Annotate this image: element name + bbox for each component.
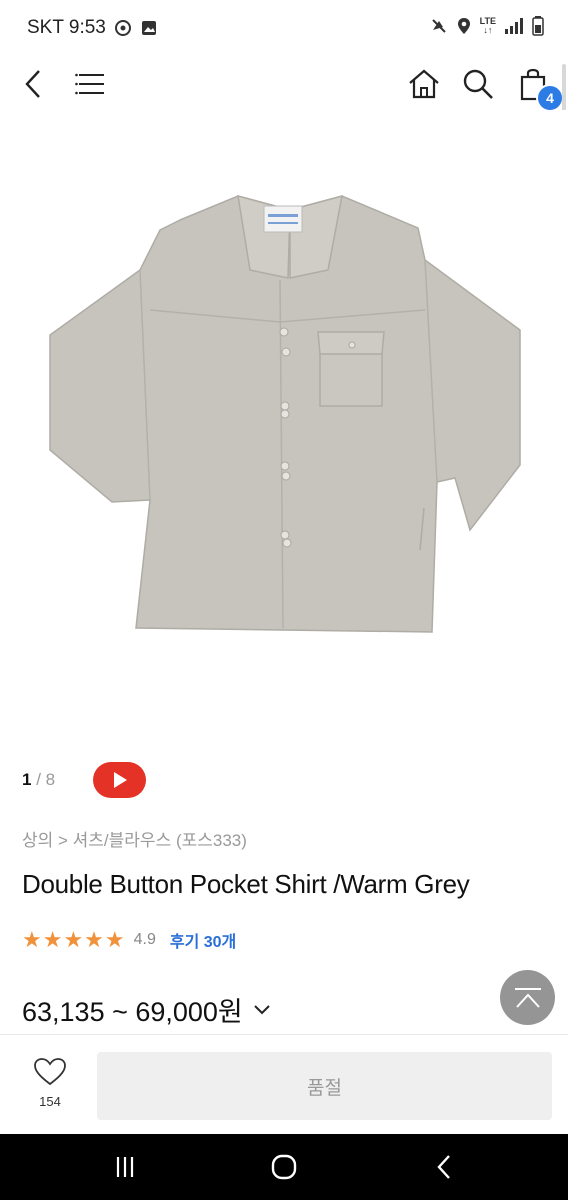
heart-icon <box>34 1058 66 1086</box>
review-link[interactable]: 후기 30개 <box>170 928 236 952</box>
system-back-icon <box>437 1155 450 1179</box>
soldout-button[interactable]: 품절 <box>97 1052 552 1120</box>
play-icon <box>113 772 127 788</box>
status-left: SKT 9:53 <box>27 17 158 39</box>
location-icon <box>457 18 470 34</box>
mute-icon <box>431 19 446 33</box>
rating-row: ★★★★★ 4.9 후기 30개 <box>22 927 236 953</box>
carrier-time: SKT 9:53 <box>27 17 106 38</box>
system-back-button[interactable] <box>424 1152 464 1182</box>
system-nav-bar <box>0 1134 568 1200</box>
product-image[interactable] <box>0 110 568 740</box>
product-title: Double Button Pocket Shirt /Warm Grey <box>22 869 470 899</box>
home-circle-icon <box>271 1154 297 1180</box>
top-nav: 4 <box>0 56 568 112</box>
image-icon <box>141 21 156 35</box>
back-arrow-icon <box>25 70 40 98</box>
home-system-button[interactable] <box>264 1152 304 1182</box>
pager-current: 1 <box>22 770 32 789</box>
signal-icon <box>505 18 523 34</box>
breadcrumb[interactable]: 상의 > 셔츠/블라우스 (포스333) <box>22 826 247 851</box>
search-icon <box>463 69 493 99</box>
price-row[interactable]: 63,135 ~ 69,000원 <box>22 990 271 1029</box>
recent-apps-button[interactable] <box>105 1152 145 1182</box>
arrow-up-icon <box>514 987 541 1008</box>
home-icon <box>409 69 439 99</box>
shirt-image <box>49 194 521 633</box>
youtube-button[interactable] <box>93 762 146 798</box>
hamburger-icon <box>75 73 104 95</box>
status-right: LTE ↓↑ <box>430 16 544 36</box>
like-button[interactable]: 154 <box>22 1057 78 1109</box>
star-rating-icon: ★★★★★ <box>22 927 126 952</box>
home-button[interactable] <box>404 64 444 104</box>
cart-button[interactable]: 4 <box>514 64 564 112</box>
like-count: 154 <box>39 1094 61 1109</box>
status-bar: SKT 9:53 LTE ↓↑ <box>0 0 568 56</box>
menu-button[interactable] <box>70 64 110 104</box>
back-button[interactable] <box>14 64 54 104</box>
chevron-down-icon <box>254 1004 270 1014</box>
search-button[interactable] <box>458 64 498 104</box>
rating-score: 4.9 <box>133 931 156 948</box>
battery-icon <box>532 16 544 36</box>
lte-indicator: LTE ↓↑ <box>479 16 496 35</box>
bottom-action-bar: 154 품절 <box>0 1034 568 1135</box>
cart-count-badge: 4 <box>536 84 564 112</box>
price-range: 63,135 ~ 69,000원 <box>22 997 243 1027</box>
image-pager: 1 / 8 <box>22 770 55 790</box>
scroll-top-button[interactable] <box>500 970 555 1025</box>
recent-apps-icon <box>116 1157 134 1177</box>
pager-separator: / <box>36 770 41 789</box>
sync-icon <box>114 20 131 36</box>
pager-total: 8 <box>45 770 56 789</box>
